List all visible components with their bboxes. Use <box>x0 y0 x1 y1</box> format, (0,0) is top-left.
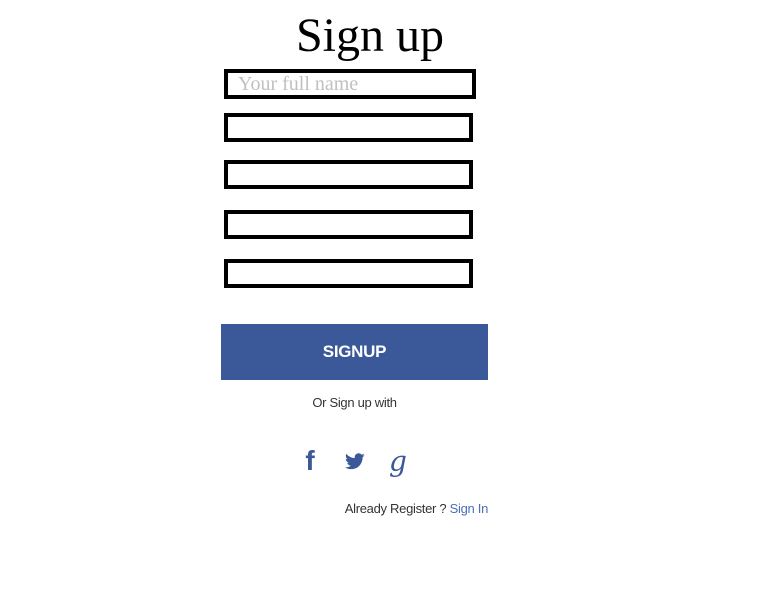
form-field-3[interactable] <box>224 160 473 189</box>
social-prompt: Or Sign up with <box>312 395 397 410</box>
signin-text: Already Register ? <box>344 501 447 516</box>
signup-button[interactable]: SIGNUP <box>221 324 488 380</box>
full-name-field[interactable] <box>224 69 476 99</box>
form-field-4[interactable] <box>224 210 473 239</box>
facebook-icon[interactable]: f <box>298 444 322 478</box>
google-icon[interactable]: g <box>386 444 410 478</box>
form-field-5[interactable] <box>224 259 473 288</box>
form-field-2[interactable] <box>224 113 473 142</box>
signin-prompt: Already Register ? Sign In <box>221 501 489 516</box>
signin-link[interactable]: Sign In <box>450 501 489 516</box>
twitter-icon[interactable] <box>342 444 368 478</box>
page-title: Sign up <box>295 9 445 62</box>
